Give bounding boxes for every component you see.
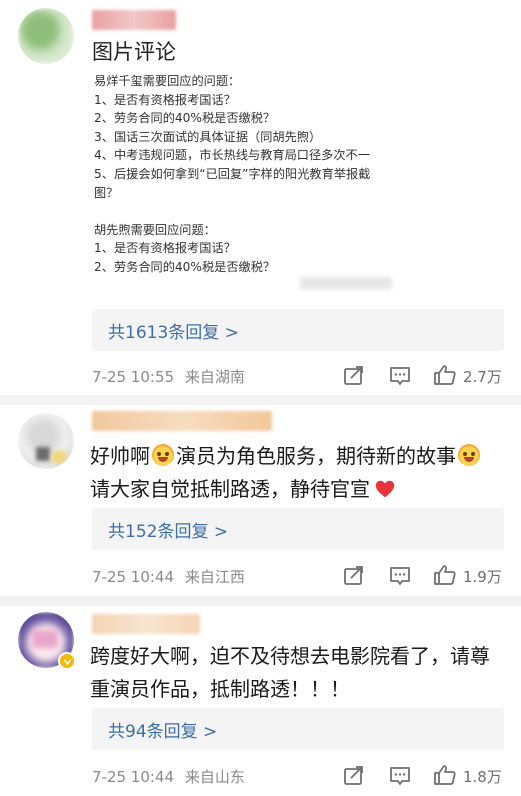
verified-badge: [58, 652, 76, 670]
username[interactable]: [92, 10, 176, 30]
avatar[interactable]: [18, 413, 74, 469]
like-count: 1.9万: [463, 568, 502, 586]
comment-time: 7-25 10:44: [92, 768, 175, 786]
reply-count-link[interactable]: 共1613条回复 >: [92, 309, 504, 351]
username[interactable]: [92, 614, 200, 634]
share-icon[interactable]: [343, 765, 365, 787]
comment-time: 7-25 10:55: [92, 368, 175, 386]
comment-meta: 7-25 10:55 来自湖南: [92, 366, 245, 387]
like-icon[interactable]: [433, 763, 457, 787]
heart-icon: [375, 480, 395, 498]
comment-time: 7-25 10:44: [92, 568, 175, 586]
comment-location: 来自湖南: [184, 368, 245, 386]
comment-text: 好帅啊 演员为角色服务，期待新的故事 请大家自觉抵制路透，静待官宣: [90, 440, 510, 506]
comment-icon[interactable]: [389, 565, 411, 587]
avatar[interactable]: [18, 612, 76, 670]
comment-meta: 7-25 10:44 来自江西: [92, 566, 245, 587]
comment-location: 来自山东: [184, 768, 245, 786]
image-comment-title: 图片评论: [92, 40, 176, 64]
share-icon[interactable]: [343, 365, 365, 387]
emoji-icon: [458, 444, 480, 466]
comment-icon[interactable]: [389, 765, 411, 787]
like-count: 1.8万: [463, 768, 502, 786]
share-icon[interactable]: [343, 565, 365, 587]
reply-count-link[interactable]: 共94条回复 >: [92, 708, 504, 750]
divider: [0, 596, 521, 606]
username[interactable]: [92, 411, 272, 431]
reply-count-link[interactable]: 共152条回复 >: [92, 508, 504, 550]
image-watermark: [300, 277, 392, 289]
divider: [0, 395, 521, 405]
like-count: 2.7万: [463, 368, 502, 386]
like-icon[interactable]: [433, 563, 457, 587]
emoji-icon: [152, 444, 174, 466]
avatar[interactable]: [18, 8, 74, 64]
image-comment-text[interactable]: 易烊千玺需要回应的问题： 1、是否有资格报考国话？ 2、劳务合同的40%税是否缴…: [94, 72, 384, 277]
comment-icon[interactable]: [389, 365, 411, 387]
like-icon[interactable]: [433, 363, 457, 387]
comment-location: 来自江西: [184, 568, 245, 586]
comment-text: 跨度好大啊，迫不及待想去电影院看了，请尊重演员作品，抵制路透！！！: [90, 644, 490, 701]
comment-meta: 7-25 10:44 来自山东: [92, 766, 245, 787]
